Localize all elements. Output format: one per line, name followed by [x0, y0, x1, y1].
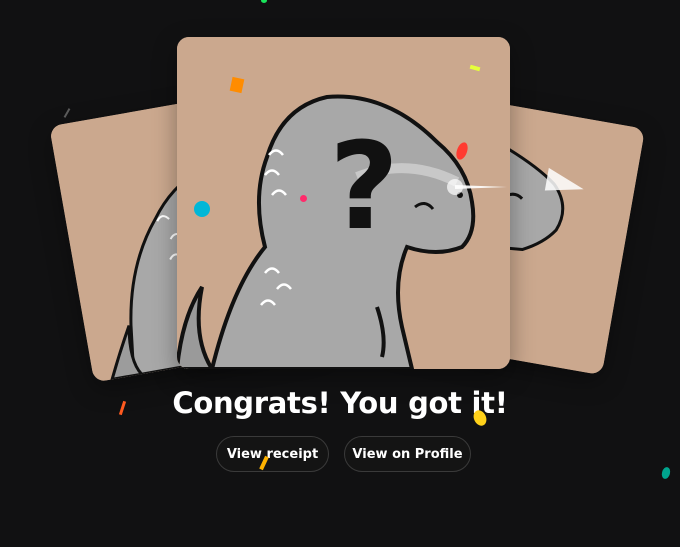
confetti-teal	[660, 466, 672, 480]
congrats-headline: Congrats! You got it!	[172, 386, 508, 420]
confetti-cyan	[194, 201, 210, 217]
view-on-profile-button[interactable]: View on Profile	[344, 436, 471, 472]
confetti-green	[261, 0, 267, 3]
view-receipt-button[interactable]: View receipt	[216, 436, 329, 472]
mystery-collectible-card[interactable]: ?	[177, 37, 510, 369]
reveal-screen: ? Congrats! You got it! View receipt Vie…	[0, 0, 680, 547]
confetti-pink	[300, 195, 307, 202]
question-mark-icon: ?	[329, 118, 399, 257]
confetti-dark	[63, 108, 71, 118]
